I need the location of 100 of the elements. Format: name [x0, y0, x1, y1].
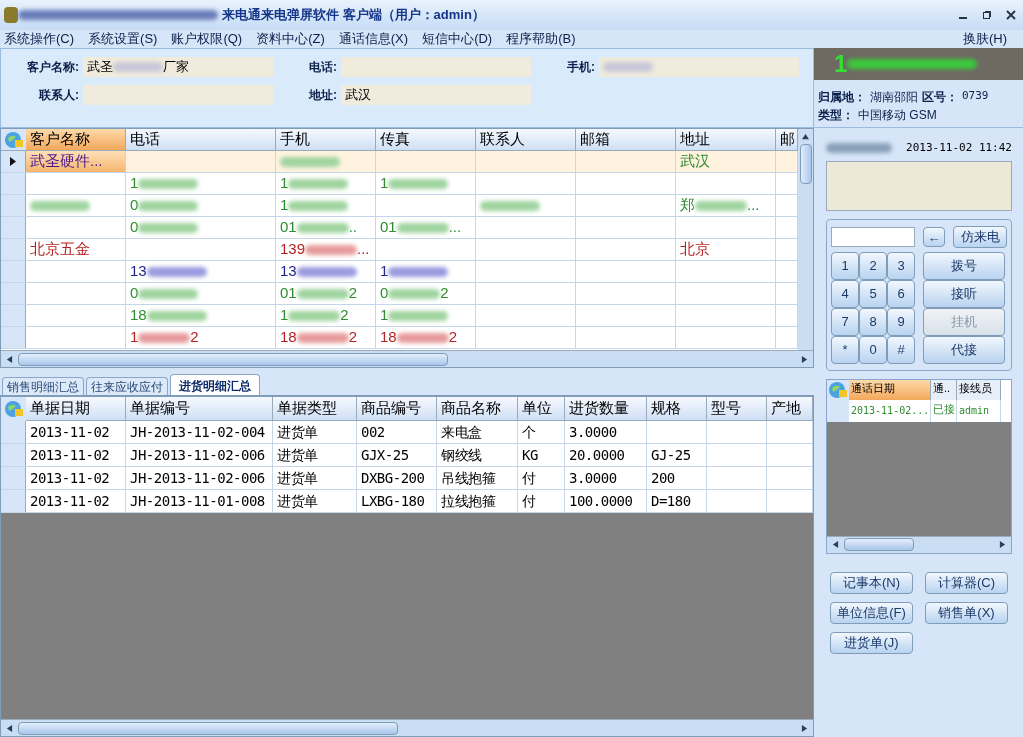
table-cell-text: 2	[448, 327, 458, 348]
maximize-icon[interactable]	[982, 10, 992, 20]
vertical-scrollbar[interactable]	[798, 129, 813, 350]
keypad-key[interactable]: 2	[859, 251, 887, 280]
call-action-button[interactable]: 接听	[923, 279, 1005, 308]
menu-item[interactable]: 系统操作(C)	[4, 29, 75, 49]
scroll-right-icon[interactable]	[999, 541, 1006, 548]
scroll-up-icon[interactable]	[802, 133, 809, 140]
column-header[interactable]: 客户名称	[26, 129, 126, 150]
column-header[interactable]: 单据日期	[26, 397, 126, 421]
table-row[interactable]: 0 1 郑 ...	[1, 195, 798, 217]
keypad-key[interactable]: 1	[831, 251, 859, 280]
table-cell-text: 拉线抱箍	[441, 491, 495, 511]
column-header[interactable]: 手机	[276, 129, 376, 150]
scroll-left-icon[interactable]	[6, 724, 13, 732]
tool-button[interactable]: 记事本(N)	[830, 571, 913, 594]
horizontal-scrollbar[interactable]	[827, 535, 1011, 553]
input-field[interactable]	[83, 85, 273, 105]
column-header[interactable]: 单据编号	[126, 397, 273, 421]
table-row[interactable]: 0 01 .. 01 ...	[1, 217, 798, 239]
call-action-button[interactable]: 拨号	[923, 251, 1005, 280]
scroll-right-icon[interactable]	[801, 355, 808, 363]
input-field[interactable]	[341, 57, 531, 77]
keypad-key[interactable]: 5	[859, 279, 887, 308]
keypad-key[interactable]: #	[887, 335, 915, 364]
keypad-key[interactable]: 9	[887, 307, 915, 336]
menu-item[interactable]: 短信中心(D)	[422, 29, 493, 49]
table-row[interactable]: 北京五金 139 ... 北京	[1, 239, 798, 261]
keypad-key[interactable]: 6	[887, 279, 915, 308]
column-header[interactable]: 通..	[931, 379, 957, 400]
column-header[interactable]: 邮箱	[576, 129, 676, 150]
tool-button[interactable]: 销售单(X)	[925, 601, 1008, 624]
scrollbar-thumb[interactable]	[844, 538, 914, 551]
input-field[interactable]: 武圣 厂家	[83, 57, 273, 77]
table-row[interactable]: 1 1 1	[1, 173, 798, 195]
keypad-key[interactable]: 7	[831, 307, 859, 336]
column-header[interactable]: 电话	[126, 129, 276, 150]
backspace-button[interactable]: ←	[923, 226, 945, 247]
column-header[interactable]: 型号	[707, 397, 767, 421]
tool-button[interactable]: 进货单(J)	[830, 631, 913, 654]
scroll-right-icon[interactable]	[801, 724, 808, 732]
menu-item[interactable]: 通话信息(X)	[338, 29, 409, 49]
menu-item[interactable]: 程序帮助(B)	[506, 29, 576, 49]
scroll-left-icon[interactable]	[832, 541, 839, 548]
table-row[interactable]: 1 2 18 2 18 2	[1, 327, 798, 349]
column-header[interactable]: 通话日期	[849, 379, 931, 400]
keypad-key[interactable]: 8	[859, 307, 887, 336]
note-textarea[interactable]	[826, 160, 1012, 211]
menu-item[interactable]: 账户权限(Q)	[171, 29, 243, 49]
table-cell-text: 1	[130, 173, 139, 194]
table-cell-text: 0	[130, 195, 139, 216]
tab[interactable]: 进货明细汇总	[170, 374, 260, 395]
table-row[interactable]: 0 01 2 0 2	[1, 283, 798, 305]
column-header[interactable]: 商品编号	[357, 397, 437, 421]
row-header[interactable]	[1, 151, 26, 172]
keypad-key[interactable]: 0	[859, 335, 887, 364]
table-row[interactable]: 18 1 2 1	[1, 305, 798, 327]
menu-item[interactable]: 系统设置(S)	[88, 29, 158, 49]
column-header[interactable]: 商品名称	[437, 397, 518, 421]
scrollbar-thumb[interactable]	[18, 721, 398, 735]
input-field[interactable]: 武汉	[341, 85, 531, 105]
scrollbar-thumb[interactable]	[799, 144, 812, 184]
keypad-key[interactable]: *	[831, 335, 859, 364]
tool-button[interactable]: 单位信息(F)	[830, 601, 913, 624]
column-header[interactable]: 产地	[767, 397, 813, 421]
table-cell-text: 13	[280, 261, 297, 282]
keypad-key[interactable]: 4	[831, 279, 859, 308]
column-header[interactable]: 邮	[776, 129, 798, 150]
table-row[interactable]: 13 13 1	[1, 261, 798, 283]
column-header[interactable]: 接线员	[957, 379, 1001, 400]
tool-button[interactable]: 计算器(C)	[925, 571, 1008, 594]
column-header[interactable]: 单据类型	[273, 397, 357, 421]
horizontal-scrollbar[interactable]	[1, 350, 813, 367]
caller-number-display: 1	[814, 48, 1023, 80]
column-header[interactable]: 单位	[518, 397, 565, 421]
current-row-icon	[10, 157, 16, 166]
tab[interactable]: 销售明细汇总	[2, 377, 84, 395]
menu-item[interactable]: 换肤(H)	[962, 29, 1007, 49]
number-input[interactable]	[831, 226, 915, 247]
table-row[interactable]: 武圣硬件... 武汉	[1, 151, 798, 173]
column-header[interactable]: 联系人	[476, 129, 576, 150]
column-header[interactable]: 传真	[376, 129, 476, 150]
column-header[interactable]: 地址	[676, 129, 776, 150]
table-cell-text: JH-2013-11-02-006	[130, 445, 265, 465]
horizontal-scrollbar[interactable]	[1, 719, 813, 736]
keypad-key[interactable]: 3	[887, 251, 915, 280]
field-label: 客户名称:	[26, 59, 79, 76]
close-icon[interactable]	[1006, 10, 1016, 20]
simulate-call-button[interactable]: 仿来电	[953, 225, 1007, 248]
scroll-left-icon[interactable]	[6, 355, 13, 363]
column-header[interactable]: 规格	[647, 397, 707, 421]
table-cell-text: GJ-25	[651, 445, 691, 465]
scrollbar-thumb[interactable]	[18, 352, 448, 366]
input-field[interactable]	[599, 57, 799, 77]
table-cell-text: 18	[280, 327, 297, 348]
menu-item[interactable]: 资料中心(Z)	[256, 29, 325, 49]
table-cell-text: 200	[651, 468, 675, 488]
tab[interactable]: 往来应收应付	[86, 377, 168, 395]
column-header[interactable]: 进货数量	[565, 397, 647, 421]
call-action-button[interactable]: 代接	[923, 335, 1005, 364]
